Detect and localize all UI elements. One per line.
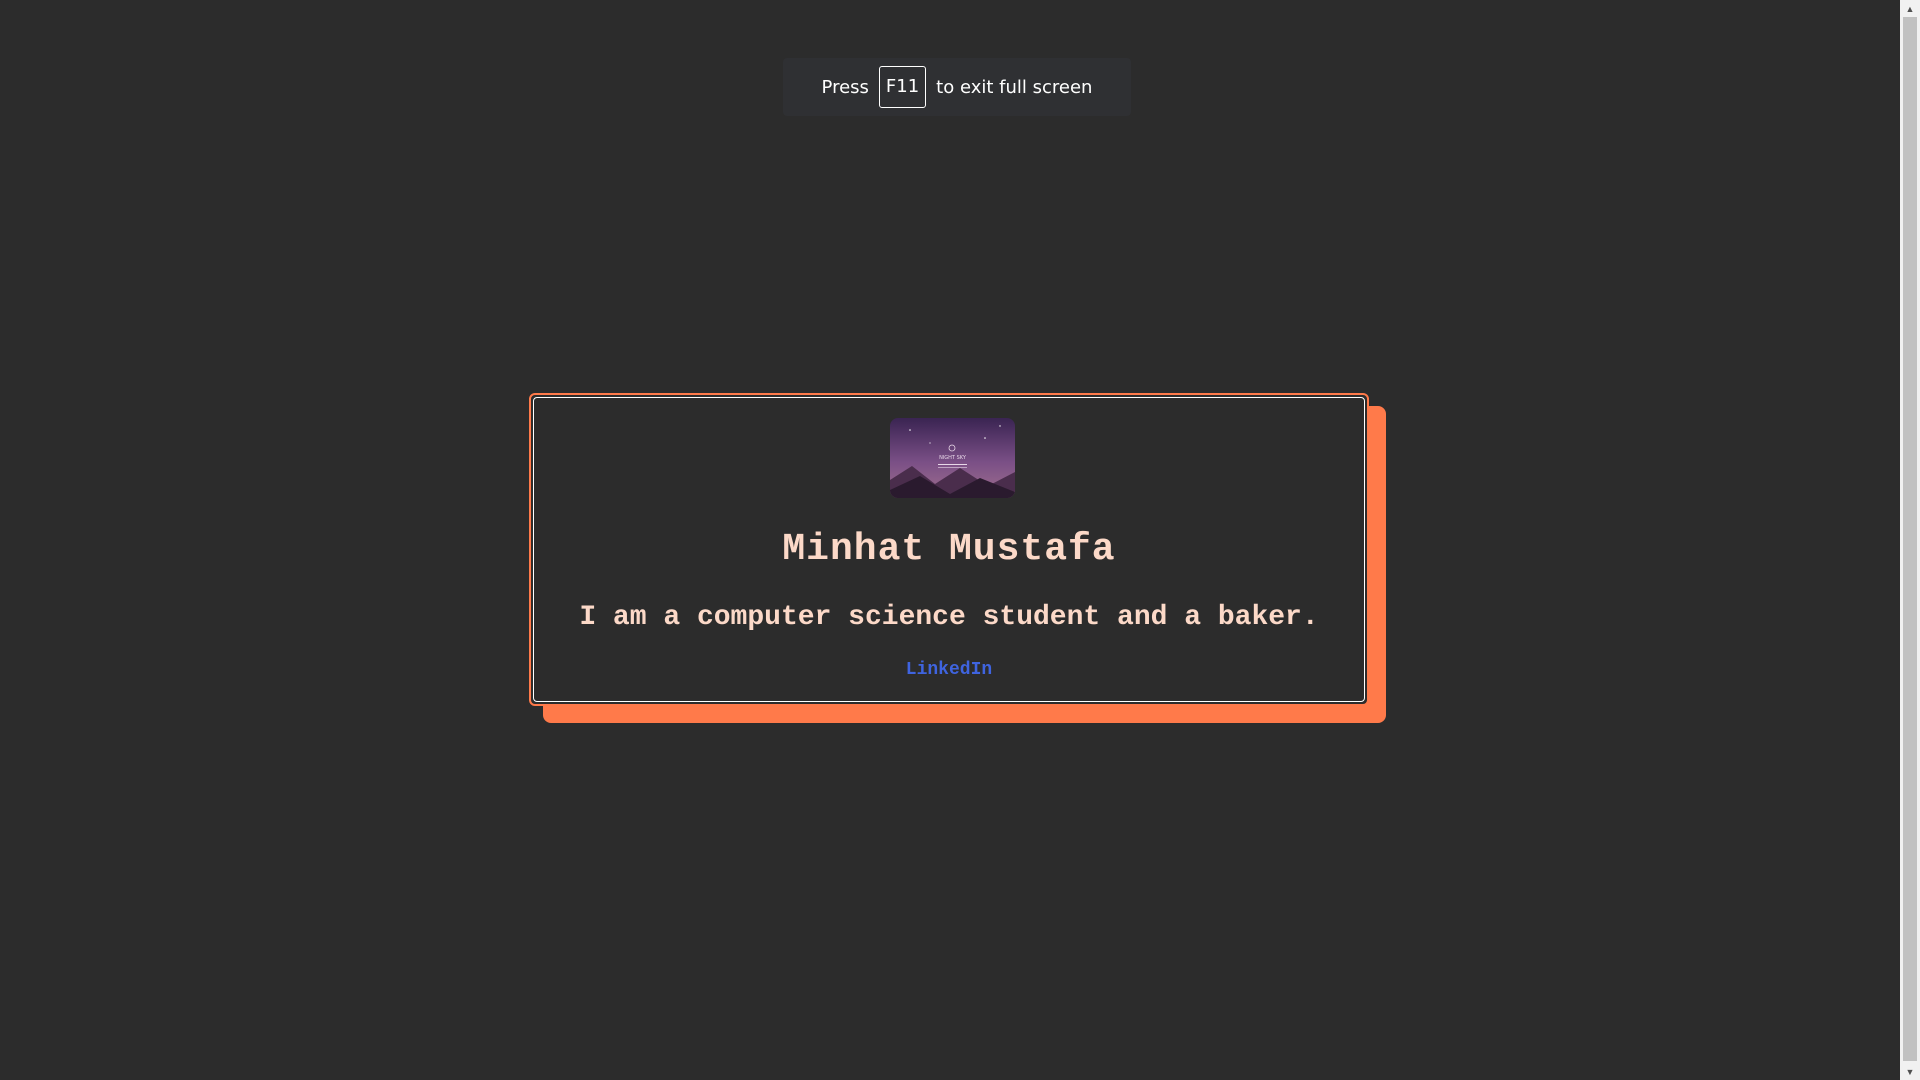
- fullscreen-notice: Press F11 to exit full screen: [783, 58, 1131, 116]
- profile-bio: I am a computer science student and a ba…: [579, 602, 1319, 633]
- vertical-scrollbar[interactable]: ▲ ▼: [1900, 0, 1920, 1080]
- fullscreen-key-badge: F11: [878, 66, 927, 108]
- profile-card-inner: NIGHT SKY Minhat Mustafa I am a computer…: [533, 397, 1365, 702]
- fullscreen-notice-press: Press: [821, 76, 869, 98]
- profile-card: NIGHT SKY Minhat Mustafa I am a computer…: [529, 393, 1369, 706]
- linkedin-link-container: LinkedIn: [534, 660, 1364, 680]
- linkedin-link[interactable]: LinkedIn: [906, 660, 992, 680]
- scroll-up-button[interactable]: ▲: [1900, 0, 1920, 17]
- fullscreen-notice-message: to exit full screen: [936, 76, 1093, 98]
- page: Press F11 to exit full screen NIGHT SKY …: [0, 0, 1920, 1080]
- triangle-down-icon: ▼: [1905, 1066, 1915, 1077]
- scroll-down-button[interactable]: ▼: [1900, 1063, 1920, 1080]
- profile-image-caption: NIGHT SKY: [939, 455, 967, 461]
- profile-image: NIGHT SKY: [890, 418, 1015, 498]
- scroll-thumb[interactable]: [1903, 17, 1917, 1061]
- profile-name: Minhat Mustafa: [782, 528, 1116, 571]
- triangle-up-icon: ▲: [1905, 3, 1915, 14]
